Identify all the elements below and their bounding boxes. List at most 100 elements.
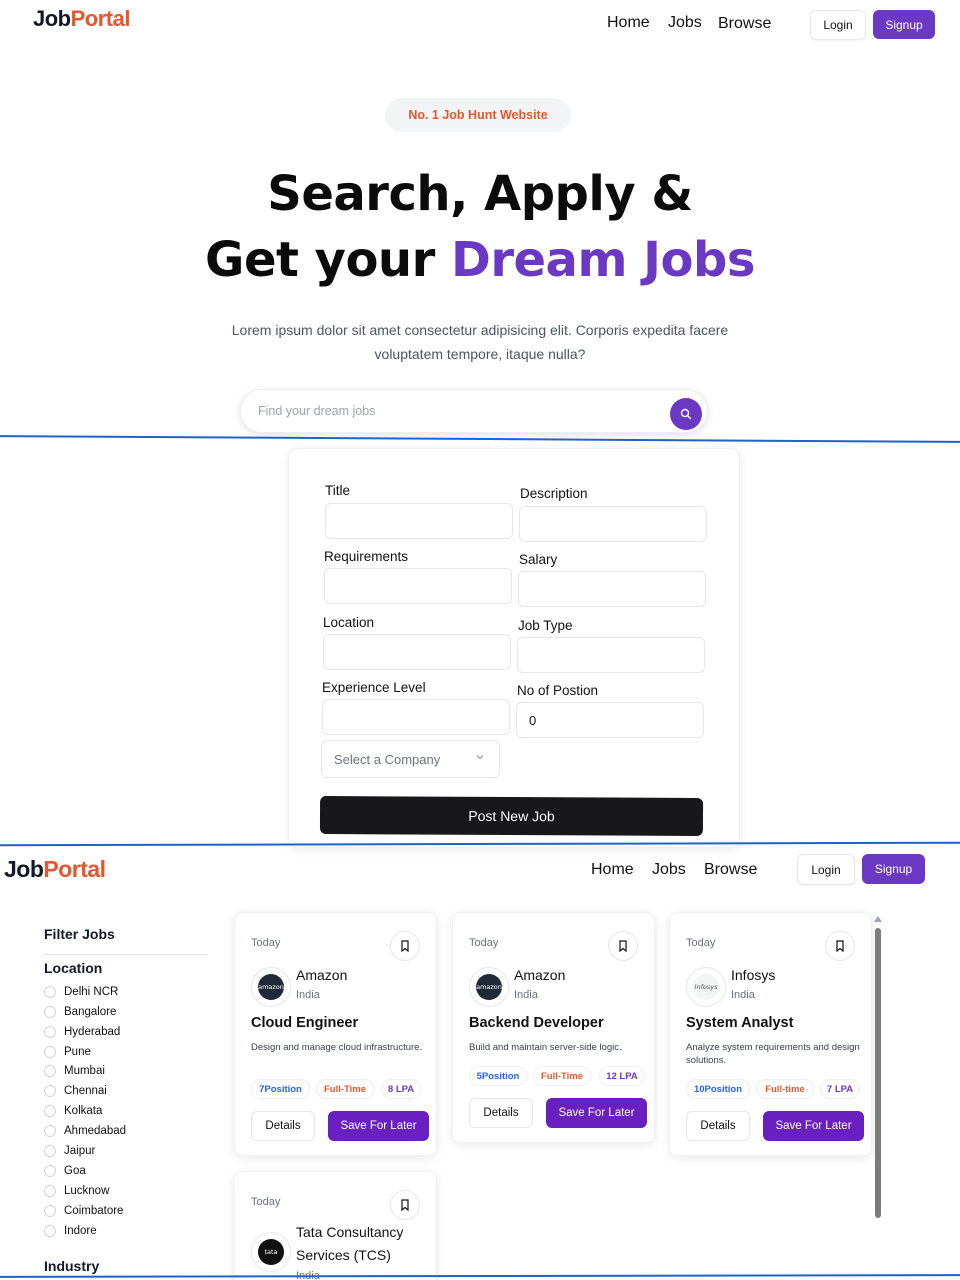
location-option-label: Hyderabad	[64, 1026, 121, 1038]
requirements-input[interactable]	[324, 568, 512, 604]
search-bar[interactable]: Find your dream jobs	[240, 389, 708, 433]
location-option[interactable]: Kolkata	[44, 1102, 102, 1120]
radio-button[interactable]	[44, 1046, 56, 1058]
radio-button[interactable]	[44, 1205, 56, 1217]
radio-button[interactable]	[44, 1145, 56, 1157]
salary-input[interactable]	[518, 571, 706, 607]
login-button[interactable]: Login	[810, 10, 866, 40]
location-option-label: Delhi NCR	[64, 986, 119, 998]
hero-section: JobPortal Home Jobs Browse Login Signup …	[0, 0, 960, 440]
headline-line-2: Get your Dream Jobs	[0, 232, 960, 288]
location-option[interactable]: Pune	[44, 1043, 91, 1061]
location-option-label: Bangalore	[64, 1006, 117, 1018]
location-option-label: Mumbai	[64, 1065, 105, 1077]
logo[interactable]: JobPortal	[33, 6, 130, 32]
bookmark-button[interactable]	[608, 931, 638, 961]
scroll-up-arrow-icon[interactable]	[874, 916, 882, 922]
experience-input[interactable]	[322, 699, 510, 735]
radio-button[interactable]	[44, 1165, 56, 1177]
radio-button[interactable]	[44, 1125, 56, 1137]
job-title: Cloud Engineer	[251, 1015, 359, 1031]
job-type-input[interactable]	[517, 637, 705, 673]
radio-button[interactable]	[44, 1006, 56, 1018]
nav-link-home[interactable]: Home	[591, 861, 634, 879]
location-input[interactable]	[323, 634, 511, 670]
bookmark-button[interactable]	[825, 931, 855, 961]
details-button[interactable]: Details	[686, 1111, 750, 1141]
login-button[interactable]: Login	[797, 854, 855, 885]
nav-link-home[interactable]: Home	[607, 14, 650, 32]
company-logo: amazon	[469, 967, 509, 1007]
filter-divider	[44, 954, 208, 955]
location-option[interactable]: Goa	[44, 1162, 86, 1180]
job-type-badge: Full-Time	[316, 1079, 374, 1099]
location-option[interactable]: Coimbatore	[44, 1202, 123, 1220]
location-option[interactable]: Hyderabad	[44, 1023, 120, 1041]
job-card: Today Infosys Infosys India System Analy…	[669, 912, 872, 1156]
location-option[interactable]: Mumbai	[44, 1062, 105, 1080]
headline-plain: Get your	[205, 232, 451, 288]
job-description: Design and manage cloud infrastructure.	[251, 1042, 423, 1053]
headline-line-1: Search, Apply &	[267, 166, 693, 222]
location-option[interactable]: Ahmedabad	[44, 1122, 126, 1140]
radio-button[interactable]	[44, 1105, 56, 1117]
logo[interactable]: JobPortal	[4, 856, 106, 883]
job-description: Analyze system requirements and design s…	[686, 1042, 860, 1066]
signup-button[interactable]: Signup	[873, 10, 935, 39]
company-country: India	[296, 989, 320, 1001]
radio-button[interactable]	[44, 1026, 56, 1038]
location-option[interactable]: Chennai	[44, 1082, 107, 1100]
location-option[interactable]: Delhi NCR	[44, 983, 118, 1001]
job-type-label: Job Type	[518, 618, 573, 633]
job-card: Today tata Tata Consultancy Services (TC…	[234, 1171, 437, 1280]
description-input[interactable]	[519, 506, 707, 542]
location-option[interactable]: Lucknow	[44, 1182, 109, 1200]
radio-button[interactable]	[44, 986, 56, 998]
details-button[interactable]: Details	[251, 1111, 315, 1141]
posted-date: Today	[251, 1196, 281, 1208]
location-label: Location	[323, 615, 375, 630]
radio-button[interactable]	[44, 1185, 56, 1197]
save-for-later-button[interactable]: Save For Later	[546, 1098, 647, 1128]
signup-button[interactable]: Signup	[862, 854, 925, 884]
company-select[interactable]: Select a Company	[321, 740, 500, 778]
post-new-job-button[interactable]: Post New Job	[319, 795, 704, 837]
company-logo: tata	[251, 1232, 291, 1272]
nav-link-browse[interactable]: Browse	[718, 15, 771, 33]
search-input[interactable]: Find your dream jobs	[258, 404, 375, 418]
search-button[interactable]	[670, 398, 702, 430]
bookmark-button[interactable]	[390, 1190, 420, 1220]
logo-text-job: Job	[33, 6, 71, 31]
positions-input[interactable]: 0	[516, 702, 704, 738]
save-for-later-button[interactable]: Save For Later	[763, 1111, 864, 1141]
filter-industry-heading: Industry	[44, 1258, 100, 1274]
requirements-label: Requirements	[324, 549, 409, 564]
hero-badge: No. 1 Job Hunt Website	[385, 98, 571, 132]
bookmark-icon	[619, 940, 627, 952]
radio-button[interactable]	[44, 1065, 56, 1077]
hero-description: Lorem ipsum dolor sit amet consectetur a…	[231, 322, 729, 362]
nav-link-jobs[interactable]: Jobs	[652, 861, 686, 879]
bookmark-icon	[401, 1199, 409, 1211]
scrollbar-thumb[interactable]	[875, 928, 881, 1218]
filter-title: Filter Jobs	[44, 926, 115, 942]
title-input[interactable]	[325, 503, 513, 539]
location-option[interactable]: Bangalore	[44, 1003, 116, 1021]
nav-link-jobs[interactable]: Jobs	[668, 14, 702, 32]
radio-button[interactable]	[44, 1225, 56, 1237]
radio-button[interactable]	[44, 1085, 56, 1097]
job-type-badge: Full-time	[756, 1079, 814, 1099]
company-logo: Infosys	[686, 967, 726, 1007]
experience-label: Experience Level	[322, 680, 426, 695]
location-option[interactable]: Jaipur	[44, 1142, 95, 1160]
scrollbar[interactable]	[874, 916, 882, 1218]
bookmark-button[interactable]	[390, 931, 420, 961]
nav-link-browse[interactable]: Browse	[704, 861, 757, 879]
location-option-label: Jaipur	[64, 1145, 96, 1157]
location-option[interactable]: Indore	[44, 1222, 97, 1240]
bookmark-icon	[836, 940, 844, 952]
save-for-later-button[interactable]: Save For Later	[328, 1111, 429, 1141]
location-option-label: Ahmedabad	[64, 1125, 127, 1137]
positions-badge: 7Position	[251, 1079, 310, 1099]
details-button[interactable]: Details	[469, 1098, 533, 1128]
